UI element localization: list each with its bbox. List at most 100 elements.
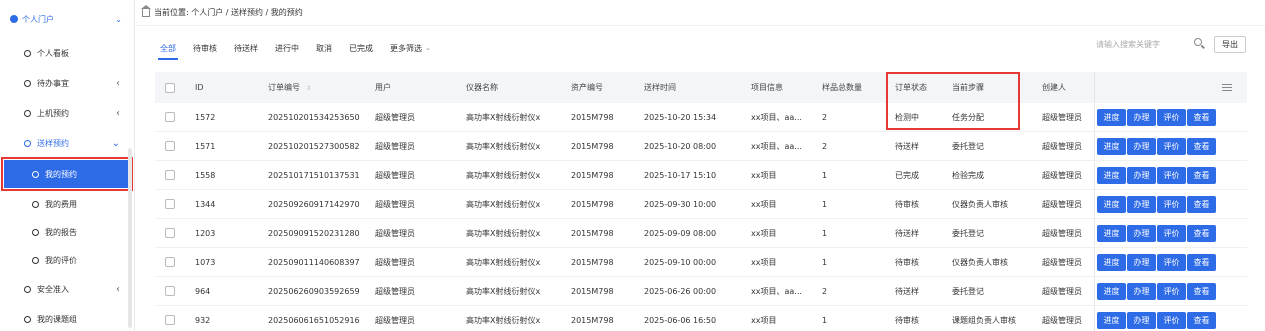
breadcrumb: 当前位置: 个人门户 / 送样预约 / 我的预约 (136, 0, 1265, 26)
cell-instrument: 高功率X射线衍射仪x (466, 315, 541, 325)
column-settings-icon[interactable] (1222, 83, 1232, 92)
col-header-id[interactable]: ID (195, 83, 268, 92)
view-button[interactable]: 查看 (1187, 108, 1216, 126)
row-checkbox[interactable] (165, 286, 175, 296)
view-button[interactable]: 查看 (1187, 282, 1216, 300)
sidebar-item-machine-booking[interactable]: 上机预约 ‹ (0, 98, 134, 128)
row-checkbox[interactable] (165, 170, 175, 180)
review-button[interactable]: 评价 (1157, 253, 1186, 271)
progress-button[interactable]: 进度 (1097, 137, 1126, 155)
table-row[interactable]: 1571 202510201527300582 超级管理员 高功率X射线衍射仪x 201… (155, 132, 1247, 161)
table-row[interactable]: 1572 202510201534253650 超级管理员 高功率X射线衍射仪x 201… (155, 103, 1247, 132)
tab-completed[interactable]: 已完成 (349, 36, 373, 60)
sidebar-group-personal-portal[interactable]: 个人门户 ⌄ (0, 0, 134, 38)
tab-all[interactable]: 全部 (158, 36, 178, 60)
sidebar-subitem-my-fees[interactable]: 我的费用 (0, 190, 134, 218)
cell-step: 委托登记 (952, 141, 984, 151)
row-checkbox[interactable] (165, 315, 175, 325)
sort-icon[interactable]: ⇕ (306, 85, 311, 92)
tab-pending-review[interactable]: 待审核 (193, 36, 217, 60)
sidebar-scrollbar[interactable] (128, 148, 132, 328)
table-row[interactable]: 1344 202509260917142970 超级管理员 高功率X射线衍射仪x 201… (155, 190, 1247, 219)
review-button[interactable]: 评价 (1157, 224, 1186, 242)
tab-pending-delivery[interactable]: 待送样 (234, 36, 258, 60)
sidebar-item-todo[interactable]: 待办事宜 ‹ (0, 68, 134, 98)
tab-more-filters[interactable]: 更多筛选 ⌄ (390, 36, 431, 60)
review-button[interactable]: 评价 (1157, 108, 1186, 126)
col-header-order-no[interactable]: 订单编号 ⇕ (268, 82, 375, 93)
view-button[interactable]: 查看 (1187, 137, 1216, 155)
tab-cancelled[interactable]: 取消 (316, 36, 332, 60)
search-placeholder: 请输入搜索关键字 (1096, 39, 1160, 49)
cell-id: 1344 (195, 199, 216, 209)
sidebar-subitem-my-reviews[interactable]: 我的评价 (0, 246, 134, 274)
progress-button[interactable]: 进度 (1097, 311, 1126, 329)
row-checkbox[interactable] (165, 199, 175, 209)
progress-button[interactable]: 进度 (1097, 253, 1126, 271)
table-row[interactable]: 932 202506061651052916 超级管理员 高功率X射线衍射仪x 2015… (155, 306, 1247, 331)
progress-button[interactable]: 进度 (1097, 166, 1126, 184)
review-button[interactable]: 评价 (1157, 311, 1186, 329)
select-all-checkbox[interactable] (165, 82, 175, 93)
view-button[interactable]: 查看 (1187, 224, 1216, 242)
cell-time: 2025-06-06 16:50 (644, 315, 717, 325)
cell-id: 1203 (195, 228, 216, 238)
sidebar-subitem-my-reports[interactable]: 我的报告 (0, 218, 134, 246)
table-row[interactable]: 1203 202509091520231280 超级管理员 高功率X射线衍射仪x 201… (155, 219, 1247, 248)
view-button[interactable]: 查看 (1187, 166, 1216, 184)
cell-project: xx项目 (751, 199, 777, 209)
handle-button[interactable]: 办理 (1127, 282, 1156, 300)
table-row[interactable]: 1558 202510171510137531 超级管理员 高功率X射线衍射仪x 201… (155, 161, 1247, 190)
circle-icon (32, 170, 39, 178)
column-settings[interactable] (1094, 72, 1244, 103)
sidebar-item-sample-booking[interactable]: 送样预约 ⌄ (0, 128, 134, 158)
handle-button[interactable]: 办理 (1127, 137, 1156, 155)
review-button[interactable]: 评价 (1157, 137, 1186, 155)
chevron-left-icon: ‹ (116, 77, 120, 89)
progress-button[interactable]: 进度 (1097, 282, 1126, 300)
view-button[interactable]: 查看 (1187, 311, 1216, 329)
progress-button[interactable]: 进度 (1097, 195, 1126, 213)
cell-id: 964 (195, 286, 211, 296)
cell-asset: 2015M798 (571, 286, 614, 296)
cell-creator: 超级管理员 (1042, 170, 1082, 180)
search-icon[interactable] (1194, 38, 1202, 46)
cell-order-no: 202509260917142970 (268, 199, 360, 209)
search-input[interactable]: 请输入搜索关键字 (1092, 34, 1208, 54)
handle-button[interactable]: 办理 (1127, 108, 1156, 126)
cell-time: 2025-10-17 15:10 (644, 170, 717, 180)
cell-id: 1558 (195, 170, 216, 180)
cell-project: xx项目、aa... (751, 141, 802, 151)
chevron-left-icon: ‹ (116, 107, 120, 119)
handle-button[interactable]: 办理 (1127, 166, 1156, 184)
handle-button[interactable]: 办理 (1127, 311, 1156, 329)
view-button[interactable]: 查看 (1187, 195, 1216, 213)
cell-qty: 1 (822, 228, 828, 238)
cell-creator: 超级管理员 (1042, 315, 1082, 325)
col-header-step: 当前步骤 (952, 83, 984, 92)
review-button[interactable]: 评价 (1157, 195, 1186, 213)
cell-project: xx项目 (751, 170, 777, 180)
row-checkbox[interactable] (165, 257, 175, 267)
review-button[interactable]: 评价 (1157, 282, 1186, 300)
cell-asset: 2015M798 (571, 257, 614, 267)
sidebar-item-safety-access[interactable]: 安全准入 ‹ (0, 274, 134, 304)
handle-button[interactable]: 办理 (1127, 224, 1156, 242)
review-button[interactable]: 评价 (1157, 166, 1186, 184)
export-button[interactable]: 导出 (1214, 36, 1246, 53)
row-checkbox[interactable] (165, 228, 175, 238)
row-checkbox[interactable] (165, 112, 175, 122)
handle-button[interactable]: 办理 (1127, 253, 1156, 271)
tab-in-progress[interactable]: 进行中 (275, 36, 299, 60)
handle-button[interactable]: 办理 (1127, 195, 1156, 213)
table-row[interactable]: 1073 202509011140608397 超级管理员 高功率X射线衍射仪x 201… (155, 248, 1247, 277)
table-row[interactable]: 964 202506260903592659 超级管理员 高功率X射线衍射仪x 2015… (155, 277, 1247, 306)
progress-button[interactable]: 进度 (1097, 224, 1126, 242)
cell-user: 超级管理员 (375, 257, 415, 267)
row-checkbox[interactable] (165, 141, 175, 151)
sidebar-item-dashboard[interactable]: 个人看板 (0, 38, 134, 68)
sidebar-subitem-my-bookings[interactable]: 我的预约 (1, 157, 133, 191)
progress-button[interactable]: 进度 (1097, 108, 1126, 126)
sidebar-item-my-research-group[interactable]: 我的课题组 (0, 304, 134, 331)
view-button[interactable]: 查看 (1187, 253, 1216, 271)
